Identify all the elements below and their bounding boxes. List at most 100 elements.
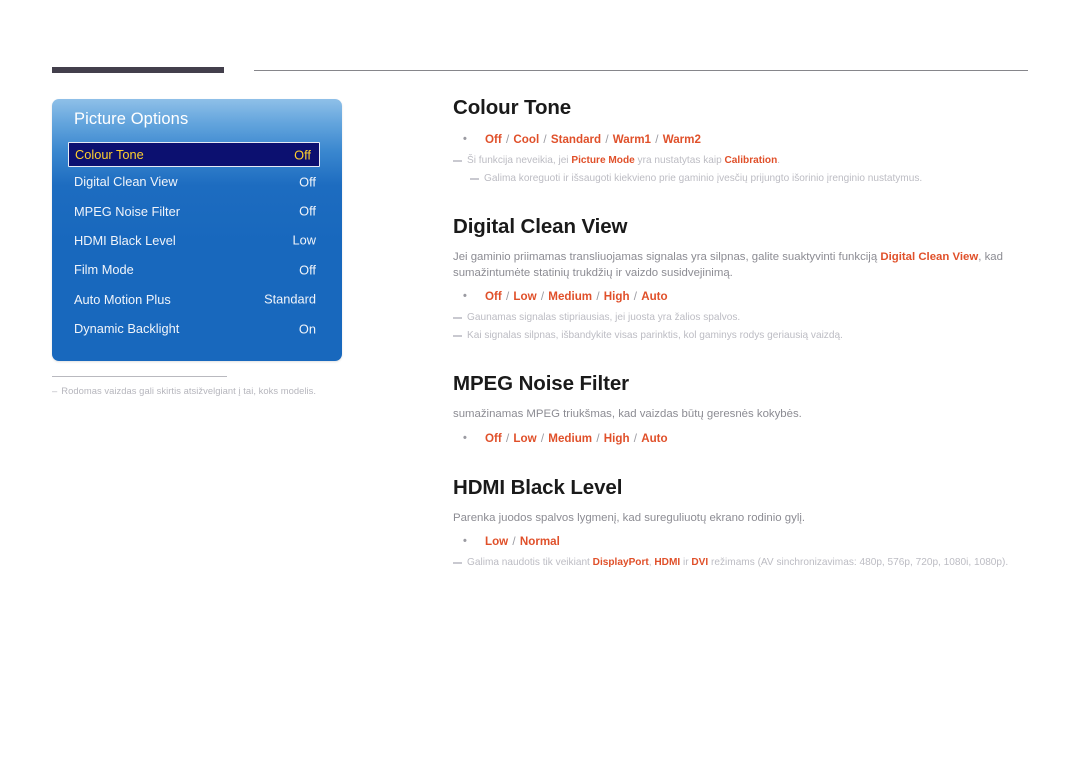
option-separator: / [509,535,519,548]
option-separator: / [537,431,548,445]
left-footnote-dash: – [52,385,58,396]
option-value: Normal [519,535,560,548]
osd-item-value: Standard [264,291,316,307]
inline-text: Kai signalas silpnas, išbandykite visas … [467,330,843,341]
option-value: Low [513,431,537,445]
footnote: Galima koreguoti ir išsaugoti kiekvieno … [470,171,1031,187]
osd-menu-item-digital-clean-view[interactable]: Digital Clean View Off [52,167,342,196]
option-value: Low [513,290,537,303]
inline-text: sumažinamas MPEG triukšmas, kad vaizdas … [453,408,802,420]
inline-text: Jei gaminio priimamas transliuojamas sig… [453,251,881,263]
notes-colour-tone: Ši funkcija neveikia, jei Picture Mode y… [453,153,1031,187]
osd-item-value: Low [292,232,316,248]
osd-menu-list: Colour Tone Off Digital Clean View Off MPEG … [52,142,342,343]
section-mpeg-noise-filter: MPEG Noise Filter sumažinamas MPEG triuk… [453,372,1031,448]
inline-text: Ši funkcija neveikia, jei [467,155,572,166]
paragraph-hdmi-black-level: Parenka juodos spalvos lygmenį, kad sure… [453,511,1031,527]
inline-highlight: DVI [691,557,709,568]
option-list-item: Off / Low / Medium / High / Auto [453,429,1031,448]
osd-picture-options-panel: Picture Options Colour Tone Off Digital Cl… [52,99,342,361]
osd-item-label: HDMI Black Level [74,232,176,248]
section-colour-tone: Colour Tone Off / Cool / Standard / Warm… [453,96,1031,187]
notes-digital-clean-view: Gaunamas signalas stipriausias, jei juos… [453,310,1031,344]
option-value: Off [485,133,502,146]
inline-text: Galima naudotis tik veikiant [467,557,593,568]
paragraph-digital-clean-view: Jei gaminio priimamas transliuojamas sig… [453,250,1031,281]
section-title-hdmi-black-level: HDMI Black Level [453,475,623,499]
page-root: Picture Options Colour Tone Off Digital Cl… [0,0,1080,763]
option-value: Auto [641,431,668,445]
osd-item-value: Off [294,147,311,162]
option-value: Off [485,431,502,445]
option-separator: / [602,133,612,146]
inline-text: Galima koreguoti ir išsaugoti kiekvieno … [484,173,923,184]
osd-item-value: Off [299,203,316,219]
option-list-item: Off / Low / Medium / High / Auto [453,287,1031,306]
option-separator: / [537,290,548,303]
osd-menu-item-dynamic-backlight[interactable]: Dynamic Backlight On [52,314,342,343]
option-separator: / [630,431,641,445]
section-digital-clean-view: Digital Clean View Jei gaminio priimamas… [453,215,1031,344]
osd-menu-item-film-mode[interactable]: Film Mode Off [52,255,342,284]
section-title-digital-clean-view: Digital Clean View [453,215,628,238]
option-value: High [603,431,630,445]
section-hdmi-black-level: HDMI Black Level Parenka juodos spalvos … [453,476,1031,572]
option-value: Low [485,535,509,548]
option-list-item: Low / Normal [453,532,1031,551]
osd-menu-item-mpeg-noise-filter[interactable]: MPEG Noise Filter Off [52,196,342,225]
footnote: Gaunamas signalas stipriausias, jei juos… [453,310,1031,326]
footnote: Galima naudotis tik veikiant DisplayPort… [453,555,1031,571]
osd-item-value: On [298,321,316,337]
option-separator: / [502,431,513,445]
option-value: Warm1 [612,133,652,146]
option-value: High [603,290,630,303]
option-value: Standard [550,133,602,146]
osd-item-label: Digital Clean View [74,174,178,190]
option-value: Warm2 [662,133,701,146]
osd-menu-item-auto-motion-plus[interactable]: Auto Motion Plus Standard [52,285,342,314]
option-separator: / [630,290,641,303]
content-column: Colour Tone Off / Cool / Standard / Warm… [453,96,1031,573]
osd-item-label: Colour Tone [75,147,144,162]
inline-text: Gaunamas signalas stipriausias, jei juos… [467,312,741,323]
inline-text: ir [680,557,692,568]
notes-hdmi-black-level: Galima naudotis tik veikiant DisplayPort… [453,555,1031,571]
osd-item-label: MPEG Noise Filter [74,203,180,219]
osd-menu-item-hdmi-black-level[interactable]: HDMI Black Level Low [52,226,342,255]
inline-highlight: Picture Mode [571,155,635,166]
inline-highlight: DisplayPort [592,557,649,568]
osd-panel-title: Picture Options [74,110,189,128]
inline-text: yra nustatytas kaip [634,155,725,166]
osd-item-label: Film Mode [74,262,134,278]
osd-item-value: Off [299,262,316,278]
option-list-item: Off / Cool / Standard / Warm1 / Warm2 [453,130,1031,149]
header-rule-thin [254,70,1028,71]
inline-text: Parenka juodos spalvos lygmenį, kad sure… [453,511,806,524]
options-colour-tone: Off / Cool / Standard / Warm1 / Warm2 [453,130,1031,149]
osd-item-label: Auto Motion Plus [74,291,171,307]
options-digital-clean-view: Off / Low / Medium / High / Auto [453,287,1031,306]
paragraph-mpeg-noise-filter: sumažinamas MPEG triukšmas, kad vaizdas … [453,407,1031,423]
option-separator: / [502,290,513,303]
options-hdmi-black-level: Low / Normal [453,532,1031,551]
footnote: Kai signalas silpnas, išbandykite visas … [453,328,1031,344]
footnote: Ši funkcija neveikia, jei Picture Mode y… [453,153,1031,169]
header-rule-dark [52,67,224,73]
inline-highlight: Calibration [724,155,778,166]
inline-text: . [777,155,781,166]
osd-item-label: Dynamic Backlight [74,321,180,337]
option-separator: / [540,133,550,146]
left-footnote: – Rodomas vaizdas gali skirtis atsižvelgi… [52,385,382,396]
options-mpeg-noise-filter: Off / Low / Medium / High / Auto [453,429,1031,448]
inline-text: režimams (AV sinchronizavimas: 480p, 576… [708,557,1009,568]
option-value: Cool [513,133,540,146]
left-footnote-text: Rodomas vaizdas gali skirtis atsižvelgia… [61,385,317,396]
left-note-divider [52,376,227,377]
option-separator: / [652,133,662,146]
section-title-mpeg-noise-filter: MPEG Noise Filter [453,372,630,395]
option-value: Auto [641,290,668,303]
section-title-colour-tone: Colour Tone [453,96,572,119]
inline-highlight: HDMI [654,557,681,568]
osd-menu-item-colour-tone[interactable]: Colour Tone Off [68,142,320,167]
inline-highlight: Digital Clean View [880,251,979,263]
